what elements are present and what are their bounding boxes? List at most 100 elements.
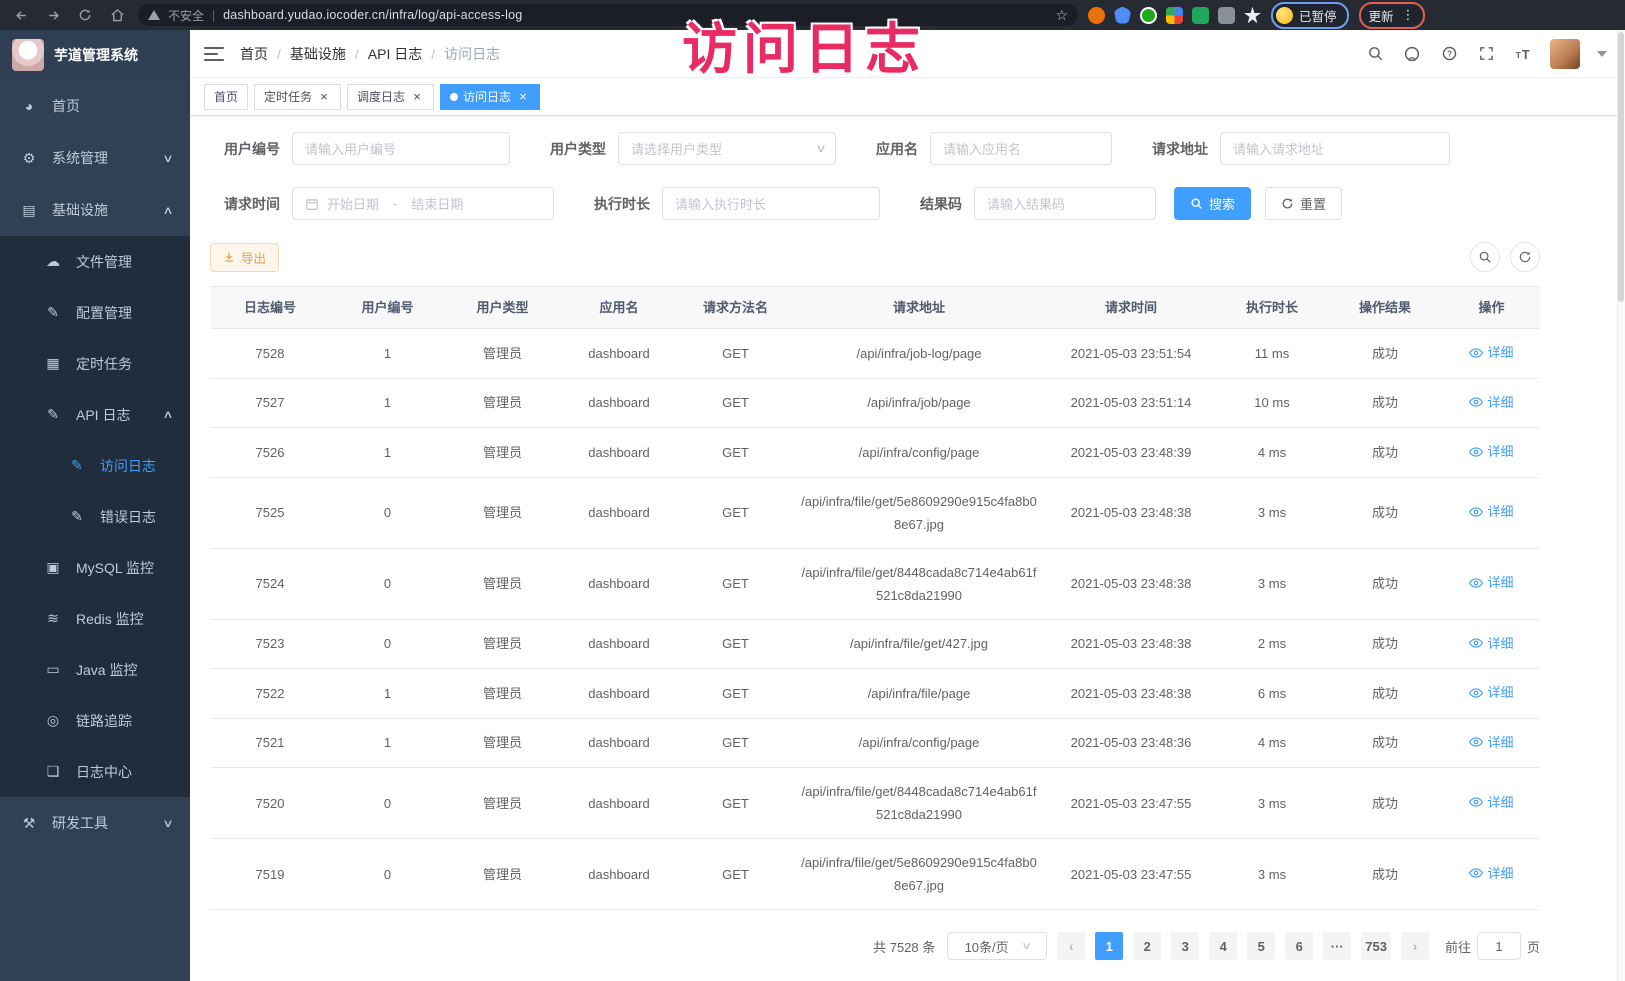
tab-job-log[interactable]: 调度日志× (347, 84, 434, 110)
sidebar-item-error-log[interactable]: ✎错误日志 (0, 491, 190, 542)
sidebar-item-access-log[interactable]: ✎访问日志 (0, 440, 190, 491)
tab-close-icon[interactable]: × (317, 90, 331, 104)
eye-icon (1469, 796, 1483, 808)
goto-page-input[interactable] (1477, 932, 1521, 960)
tab-scheduled-job[interactable]: 定时任务× (254, 84, 341, 110)
avatar[interactable] (1550, 39, 1580, 69)
tab-close-icon[interactable]: × (516, 90, 530, 104)
sidebar-item-trace[interactable]: ◎链路追踪 (0, 695, 190, 746)
sidebar-item-redis-monitor[interactable]: ≋Redis 监控 (0, 593, 190, 644)
table-cell-user_type: 管理员 (445, 780, 560, 827)
detail-link[interactable]: 详细 (1469, 632, 1513, 655)
detail-link[interactable]: 详细 (1469, 681, 1513, 704)
tab-access-log[interactable]: 访问日志× (440, 84, 540, 110)
sidebar-item-label: MySQL 监控 (76, 558, 154, 578)
table-cell-action: 详细 (1443, 850, 1540, 899)
detail-link-label: 详细 (1487, 731, 1513, 754)
toggle-search-button[interactable] (1470, 242, 1500, 272)
table-cell-duration: 4 ms (1217, 719, 1327, 766)
bookmark-star-icon[interactable]: ☆ (1055, 7, 1068, 24)
paused-badge[interactable]: 已暂停 (1271, 2, 1349, 29)
sidebar-item-mysql-monitor[interactable]: ▣MySQL 监控 (0, 542, 190, 593)
sidebar-item-config-manage[interactable]: ✎配置管理 (0, 287, 190, 338)
font-size-icon[interactable]: TT (1513, 44, 1533, 64)
page-button-5[interactable]: 5 (1247, 932, 1275, 960)
sidebar-item-system[interactable]: ⚙系统管理∨ (0, 132, 190, 184)
search-icon[interactable] (1365, 44, 1385, 64)
result-code-input[interactable]: 请输入结果码 (974, 187, 1156, 220)
sidebar-item-api-log[interactable]: ✎API 日志∧ (0, 389, 190, 440)
kebab-menu-icon[interactable]: ⋮ (1402, 7, 1415, 23)
url-bar[interactable]: 不安全 | dashboard.yudao.iocoder.cn/infra/l… (138, 4, 1078, 26)
page-button-2[interactable]: 2 (1133, 932, 1161, 960)
detail-link[interactable]: 详细 (1469, 440, 1513, 463)
extension-icon[interactable] (1114, 7, 1131, 24)
page-size-select[interactable]: 10条/页∨ (947, 932, 1047, 960)
user-type-select[interactable]: 请选择用户类型∨ (618, 132, 836, 165)
detail-link[interactable]: 详细 (1469, 791, 1513, 814)
sidebar-item-java-monitor[interactable]: ▭Java 监控 (0, 644, 190, 695)
extension-icon[interactable] (1218, 7, 1235, 24)
table-cell-app: dashboard (560, 670, 678, 717)
help-icon[interactable]: ? (1439, 44, 1459, 64)
detail-link[interactable]: 详细 (1469, 341, 1513, 364)
home-icon[interactable] (106, 4, 128, 26)
export-button[interactable]: 导出 (210, 243, 279, 272)
app-name-input[interactable]: 请输入应用名 (930, 132, 1112, 165)
sidebar-item-infrastructure[interactable]: ▤基础设施∧ (0, 184, 190, 236)
page-button-6[interactable]: 6 (1285, 932, 1313, 960)
refresh-button[interactable] (1510, 242, 1540, 272)
detail-link[interactable]: 详细 (1469, 391, 1513, 414)
extension-icon[interactable] (1166, 7, 1183, 24)
breadcrumb-item[interactable]: 基础设施 (290, 44, 346, 64)
extension-icon[interactable] (1244, 7, 1261, 24)
sidebar-item-dev-tools[interactable]: ⚒研发工具∨ (0, 797, 190, 849)
sidebar-item-file-manage[interactable]: ☁文件管理 (0, 236, 190, 287)
extension-icon[interactable] (1192, 7, 1209, 24)
page-button-1[interactable]: 1 (1095, 932, 1123, 960)
hamburger-icon[interactable] (204, 47, 224, 61)
page-button-3[interactable]: 3 (1171, 932, 1199, 960)
duration-input[interactable]: 请输入执行时长 (662, 187, 880, 220)
table-cell-duration: 3 ms (1217, 560, 1327, 607)
caret-down-icon[interactable] (1597, 51, 1607, 57)
breadcrumb-item[interactable]: 首页 (240, 44, 268, 64)
reset-button[interactable]: 重置 (1265, 187, 1342, 220)
breadcrumb-item[interactable]: API 日志 (368, 44, 422, 64)
chevron-down-icon: ∨ (815, 142, 827, 155)
detail-link[interactable]: 详细 (1469, 862, 1513, 885)
eye-icon (1469, 347, 1483, 359)
table-cell-method: GET (678, 330, 793, 377)
sidebar-item-home[interactable]: ◕首页 (0, 80, 190, 132)
user-id-input[interactable]: 请输入用户编号 (292, 132, 510, 165)
detail-link[interactable]: 详细 (1469, 500, 1513, 523)
fullscreen-icon[interactable] (1476, 44, 1496, 64)
next-page-button[interactable]: › (1401, 932, 1429, 960)
tab-close-icon[interactable]: × (410, 90, 424, 104)
table-cell-app: dashboard (560, 330, 678, 377)
detail-link[interactable]: 详细 (1469, 571, 1513, 594)
tab-home[interactable]: 首页 (204, 84, 248, 110)
extension-icon[interactable] (1088, 7, 1105, 24)
page-button-4[interactable]: 4 (1209, 932, 1237, 960)
back-icon[interactable] (10, 4, 32, 26)
prev-page-button[interactable]: ‹ (1057, 932, 1085, 960)
page-button-753[interactable]: 753 (1361, 932, 1391, 960)
search-button[interactable]: 搜索 (1174, 187, 1251, 220)
github-icon[interactable] (1402, 44, 1422, 64)
detail-link[interactable]: 详细 (1469, 731, 1513, 754)
sidebar-item-log-center[interactable]: ❏日志中心 (0, 746, 190, 797)
extension-icon[interactable] (1140, 7, 1157, 24)
reload-icon[interactable] (74, 4, 96, 26)
table-cell-id: 7524 (210, 560, 330, 607)
sidebar-item-scheduled-job[interactable]: ▦定时任务 (0, 338, 190, 389)
request-url-input[interactable]: 请输入请求地址 (1220, 132, 1450, 165)
update-button[interactable]: 更新 ⋮ (1359, 2, 1425, 29)
scrollbar[interactable] (1617, 30, 1625, 981)
chevron-up-icon: ∧ (162, 408, 173, 421)
column-header: 应用名 (560, 287, 678, 328)
app-logo-row[interactable]: 芋道管理系统 (0, 30, 190, 80)
table-cell-time: 2021-05-03 23:51:54 (1045, 330, 1217, 377)
request-time-range-picker[interactable]: 开始日期 - 结束日期 (292, 187, 554, 220)
forward-icon[interactable] (42, 4, 64, 26)
